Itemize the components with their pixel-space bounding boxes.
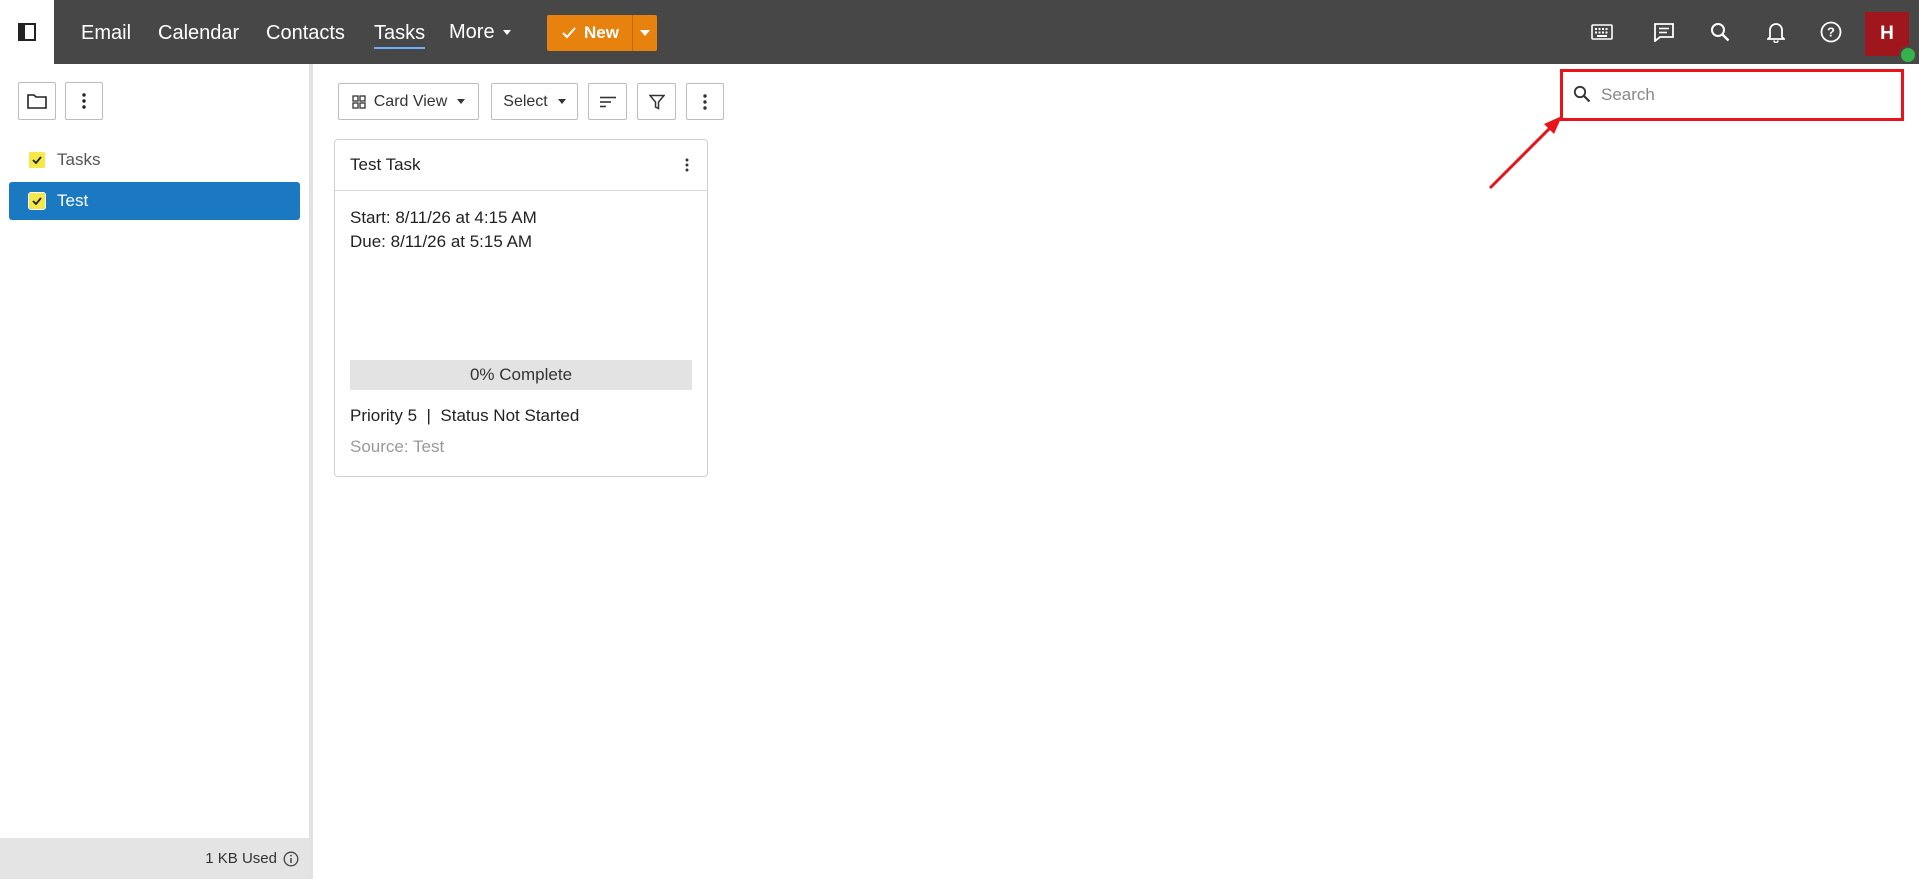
new-button-group: New (547, 15, 657, 51)
nav-tasks[interactable]: Tasks (374, 0, 426, 64)
folder-label: Tasks (57, 150, 101, 169)
new-button-label: New (584, 23, 619, 42)
chevron-down-icon (557, 99, 566, 104)
nav-email[interactable]: Email (81, 0, 131, 64)
filter-button[interactable] (637, 83, 676, 120)
task-progress-label: 0% Complete (469, 365, 573, 384)
search-icon (1573, 85, 1591, 108)
annotation-arrow (1488, 116, 1562, 190)
chevron-down-icon (639, 30, 650, 36)
sort-button[interactable] (588, 83, 627, 120)
folder-item-tasks[interactable]: Tasks (9, 141, 300, 179)
checkbox-checked-icon[interactable] (28, 192, 46, 210)
global-search-button[interactable] (1704, 16, 1736, 48)
nav-calendar[interactable]: Calendar (158, 0, 239, 64)
keyboard-icon (1591, 24, 1613, 40)
new-dropdown-button[interactable] (631, 15, 657, 51)
sidebar-toggle-button[interactable] (0, 0, 54, 64)
chevron-down-icon (457, 99, 466, 104)
top-navigation-bar: Email Calendar Contacts Tasks More New ?… (0, 0, 1919, 64)
notifications-button[interactable] (1760, 16, 1792, 48)
more-caret-icon (502, 29, 511, 35)
new-folder-button[interactable] (18, 82, 56, 120)
folder-icon (27, 94, 47, 109)
task-card[interactable]: Test Task Start: 8/11/26 at 4:15 AM Due:… (334, 139, 708, 477)
storage-usage-bar: 1 KB Used (0, 838, 309, 879)
task-dates: Start: 8/11/26 at 4:15 AM Due: 8/11/26 a… (350, 206, 537, 254)
filter-icon (648, 94, 665, 110)
search-input[interactable] (1601, 81, 1891, 109)
nav-contacts[interactable]: Contacts (266, 0, 345, 64)
info-icon[interactable] (283, 851, 299, 867)
grid-view-icon (352, 94, 366, 109)
task-card-header: Test Task (335, 140, 707, 191)
task-title: Test Task (350, 155, 421, 174)
help-icon: ? (1820, 21, 1842, 43)
task-card-menu-button[interactable] (679, 152, 695, 178)
folder-options-button[interactable] (65, 82, 103, 120)
svg-text:?: ? (1827, 25, 1835, 40)
help-button[interactable]: ? (1815, 16, 1847, 48)
task-progress-bar: 0% Complete (350, 360, 692, 390)
new-button[interactable]: New (547, 15, 632, 51)
avatar-initial: H (1880, 23, 1894, 44)
chat-icon (1654, 23, 1674, 42)
task-priority-status: Priority 5 | Status Not Started (350, 406, 580, 425)
task-source: Source: Test (350, 437, 445, 456)
folder-item-test[interactable]: Test (9, 182, 300, 220)
search-box (1560, 69, 1904, 121)
more-options-button[interactable] (686, 83, 724, 120)
view-selector-button[interactable]: Card View (338, 83, 479, 120)
task-start-date: Start: 8/11/26 at 4:15 AM (350, 208, 537, 227)
bell-icon (1767, 23, 1785, 43)
view-label: Card View (373, 92, 448, 110)
sidebar-toggle-icon (18, 23, 36, 41)
chat-button[interactable] (1648, 16, 1680, 48)
search-icon (1711, 23, 1730, 42)
presence-indicator (1899, 46, 1917, 64)
task-due-date: Due: 8/11/26 at 5:15 AM (350, 232, 533, 251)
storage-usage-text: 1 KB Used (205, 850, 277, 867)
folder-label: Test (57, 191, 89, 210)
more-vertical-icon (82, 93, 86, 109)
select-label: Select (503, 92, 548, 110)
nav-more[interactable]: More (449, 0, 511, 64)
sort-icon (599, 96, 616, 107)
more-vertical-icon (685, 158, 689, 172)
more-vertical-icon (703, 93, 707, 110)
select-menu-button[interactable]: Select (491, 83, 578, 120)
checkbox-checked-icon[interactable] (29, 152, 45, 168)
checkmark-icon (562, 27, 576, 39)
keyboard-shortcuts-button[interactable] (1586, 16, 1618, 48)
